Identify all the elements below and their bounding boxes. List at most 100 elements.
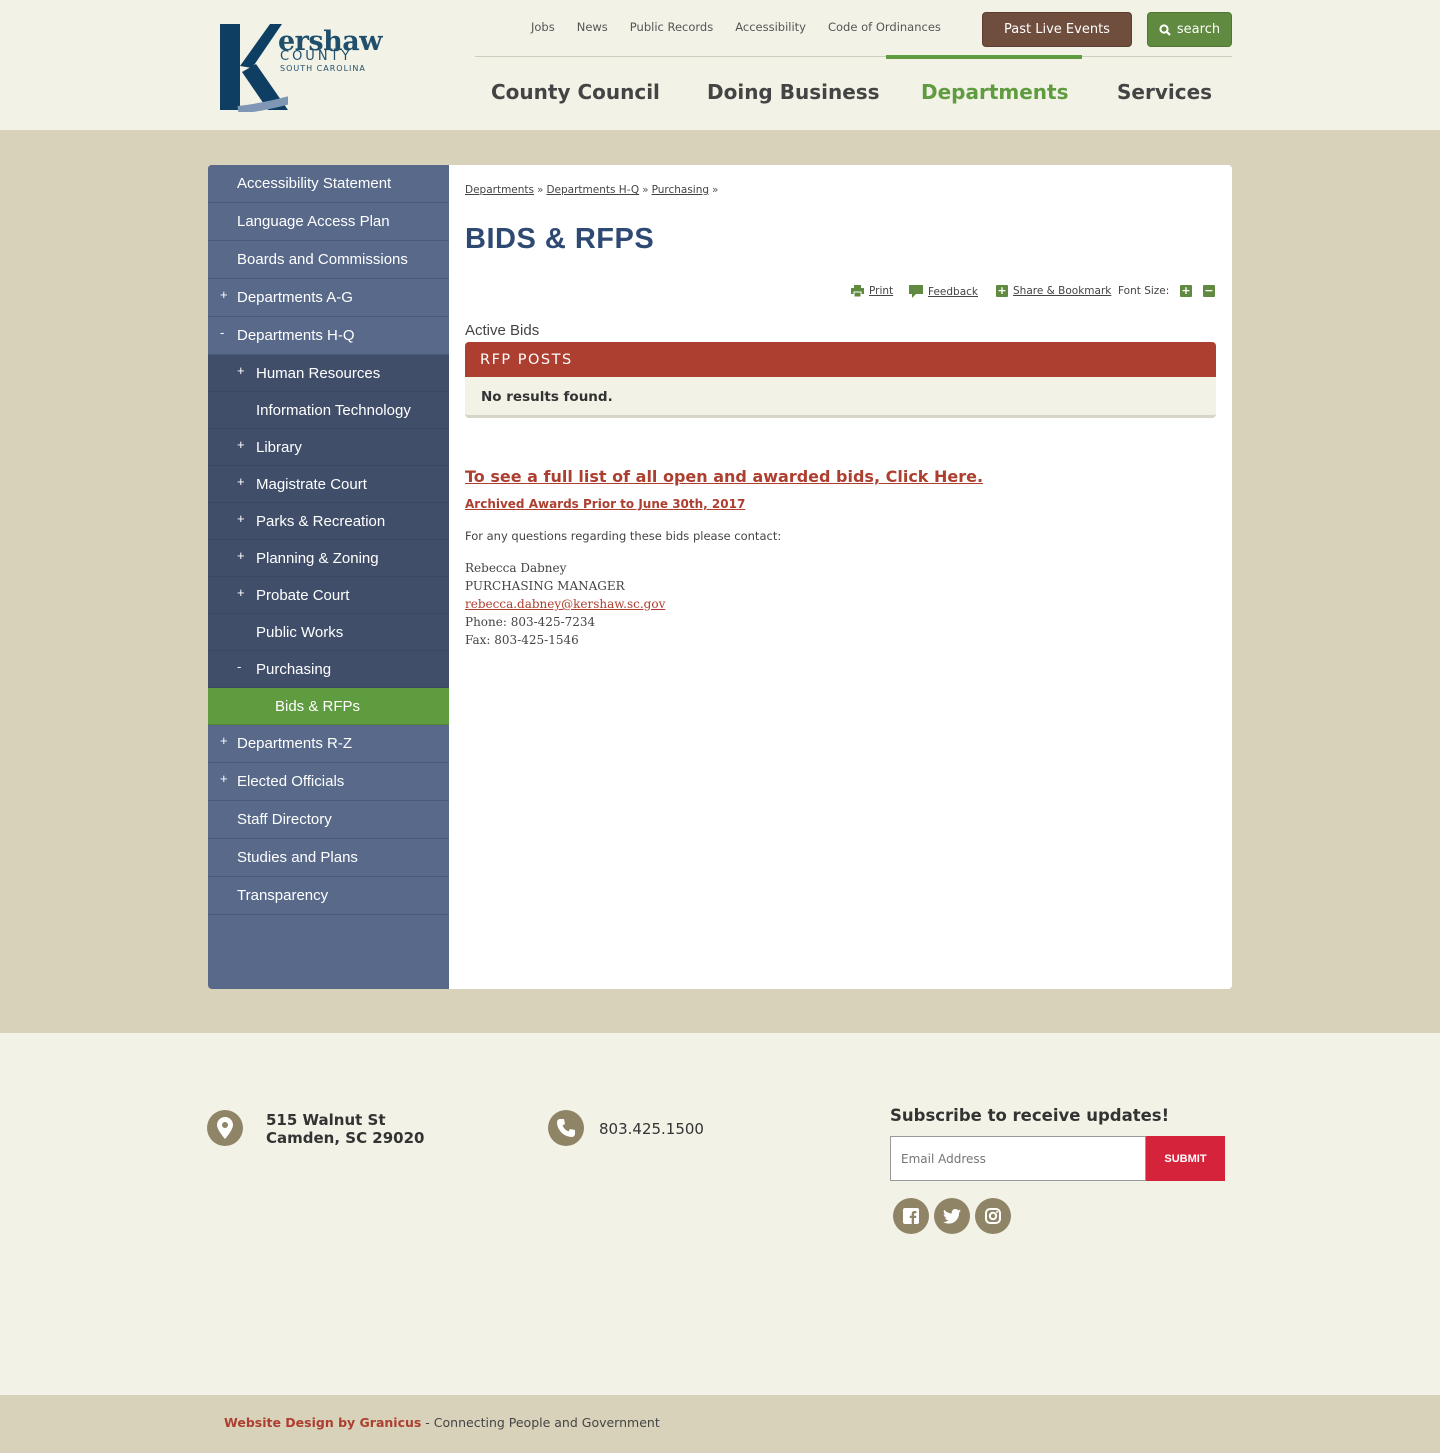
sidebar-item-elected-officials[interactable]: + Elected Officials (208, 763, 449, 801)
utility-link-accessibility[interactable]: Accessibility (735, 20, 806, 34)
twitter-icon[interactable] (934, 1198, 970, 1234)
county-logo[interactable]: ershaw COUNTY SOUTH CAROLINA (218, 22, 382, 114)
breadcrumb-separator: » (642, 184, 649, 196)
sidebar-item-boards-and-commissions[interactable]: Boards and Commissions (208, 241, 449, 279)
sidebar-item-accessibility-statement[interactable]: Accessibility Statement (208, 165, 449, 203)
expand-icon[interactable]: + (237, 474, 245, 489)
sidebar-item-library[interactable]: + Library (208, 429, 449, 466)
site-header: ershaw COUNTY SOUTH CAROLINA Jobs News P… (0, 0, 1440, 130)
breadcrumb-departments-h-q[interactable]: Departments H-Q (546, 184, 639, 196)
sidebar-item-parks-recreation[interactable]: + Parks & Recreation (208, 503, 449, 540)
sidebar-item-studies-and-plans[interactable]: Studies and Plans (208, 839, 449, 877)
sidebar-item-departments-a-g[interactable]: + Departments A-G (208, 279, 449, 317)
sidebar-item-human-resources[interactable]: + Human Resources (208, 355, 449, 392)
expand-icon[interactable]: + (237, 585, 245, 600)
main-content: Departments» Departments H-Q» Purchasing» … (449, 165, 1232, 989)
expand-icon[interactable]: + (237, 363, 245, 378)
page-tools: Print Feedback + Share & Bookmark Font S… (849, 285, 1219, 303)
site-footer: 515 Walnut St Camden, SC 29020 803.425.1… (0, 1033, 1440, 1395)
footer-address: 515 Walnut St Camden, SC 29020 (266, 1111, 425, 1147)
breadcrumb-purchasing[interactable]: Purchasing (652, 184, 709, 196)
sidebar-item-purchasing[interactable]: - Purchasing (208, 651, 449, 688)
font-decrease-button[interactable]: − (1203, 285, 1215, 297)
submit-button[interactable]: SUBMIT (1146, 1136, 1225, 1181)
share-bookmark-label: Share & Bookmark (1013, 285, 1112, 297)
sidebar-item-label: Probate Court (256, 586, 350, 604)
expand-icon[interactable]: + (220, 771, 228, 786)
sidebar-item-label: Elected Officials (237, 773, 345, 790)
site-credit: Website Design by Granicus - Connecting … (224, 1415, 660, 1430)
bottom-credit-bar: Website Design by Granicus - Connecting … (0, 1395, 1440, 1453)
archived-awards-link[interactable]: Archived Awards Prior to June 30th, 2017 (465, 497, 745, 511)
rfp-empty-message: No results found. (481, 389, 613, 405)
feedback-tool[interactable]: Feedback (909, 285, 978, 298)
active-bids-heading: Active Bids (465, 322, 540, 339)
sidebar-item-transparency[interactable]: Transparency (208, 877, 449, 915)
page-title: BIDS & RFPS (465, 223, 655, 255)
phone-icon (548, 1110, 584, 1146)
collapse-icon[interactable]: - (220, 325, 224, 340)
full-bid-list-link[interactable]: To see a full list of all open and award… (465, 467, 983, 486)
sidebar-item-bids-rfps[interactable]: Bids & RFPs (208, 688, 449, 725)
utility-nav: Jobs News Public Records Accessibility C… (520, 20, 952, 34)
contact-title: PURCHASING MANAGER (465, 579, 625, 593)
print-tool[interactable]: Print (851, 285, 893, 297)
nav-active-indicator (886, 55, 1082, 59)
sidebar-item-magistrate-court[interactable]: + Magistrate Court (208, 466, 449, 503)
nav-county-council[interactable]: County Council (491, 80, 660, 104)
nav-doing-business[interactable]: Doing Business (707, 80, 880, 104)
sidebar-item-departments-h-q[interactable]: - Departments H-Q (208, 317, 449, 355)
sidebar-item-public-works[interactable]: Public Works (208, 614, 449, 651)
logo-state: SOUTH CAROLINA (280, 64, 366, 73)
expand-icon[interactable]: + (220, 287, 228, 302)
utility-link-news[interactable]: News (577, 20, 608, 34)
expand-icon[interactable]: + (237, 511, 245, 526)
sidebar-item-departments-r-z[interactable]: + Departments R-Z (208, 725, 449, 763)
feedback-label: Feedback (928, 285, 979, 298)
facebook-icon[interactable] (893, 1198, 929, 1234)
address-line-2: Camden, SC 29020 (266, 1129, 425, 1147)
font-size-text: Font Size: (1118, 285, 1170, 297)
speech-bubble-icon (909, 285, 923, 298)
font-size-label: Font Size: (1118, 285, 1169, 297)
sidebar-item-planning-zoning[interactable]: + Planning & Zoning (208, 540, 449, 577)
expand-icon[interactable]: + (220, 733, 228, 748)
sidebar-item-label: Human Resources (256, 364, 381, 382)
collapse-icon[interactable]: - (237, 659, 241, 674)
sidebar-item-information-technology[interactable]: Information Technology (208, 392, 449, 429)
sidebar-item-label: Public Works (256, 623, 344, 641)
share-bookmark-tool[interactable]: + Share & Bookmark (996, 285, 1111, 297)
nav-departments[interactable]: Departments (921, 80, 1069, 104)
search-button[interactable]: search (1147, 12, 1232, 47)
rfp-posts-panel: RFP POSTS No results found. (465, 342, 1216, 418)
font-increase-button[interactable]: + (1180, 285, 1192, 297)
breadcrumb-departments[interactable]: Departments (465, 184, 534, 196)
sidebar-item-label: Bids & RFPs (275, 697, 361, 715)
expand-icon[interactable]: + (237, 548, 245, 563)
logo-county: COUNTY (280, 49, 353, 64)
instagram-icon[interactable] (975, 1198, 1011, 1234)
sidebar-item-language-access-plan[interactable]: Language Access Plan (208, 203, 449, 241)
sidebar-item-label: Library (256, 438, 302, 456)
printer-icon (851, 285, 864, 297)
address-line-1: 515 Walnut St (266, 1111, 386, 1129)
sidebar-item-label: Boards and Commissions (237, 251, 408, 268)
sidebar-item-probate-court[interactable]: + Probate Court (208, 577, 449, 614)
past-live-events-button[interactable]: Past Live Events (982, 12, 1132, 47)
sidebar-item-label: Magistrate Court (256, 475, 367, 493)
utility-link-jobs[interactable]: Jobs (531, 20, 555, 34)
search-icon (1159, 23, 1171, 36)
utility-link-public-records[interactable]: Public Records (630, 20, 713, 34)
sidebar-item-label: Purchasing (256, 660, 332, 678)
expand-icon[interactable]: + (237, 437, 245, 452)
granicus-credit-link[interactable]: Website Design by Granicus (224, 1415, 421, 1430)
sidebar-item-staff-directory[interactable]: Staff Directory (208, 801, 449, 839)
nav-divider (475, 56, 1232, 57)
print-label: Print (869, 285, 894, 297)
nav-services[interactable]: Services (1117, 80, 1212, 104)
utility-link-code-of-ordinances[interactable]: Code of Ordinances (828, 20, 941, 34)
contact-email-link[interactable]: rebecca.dabney@kershaw.sc.gov (465, 597, 665, 611)
email-input[interactable] (890, 1136, 1146, 1181)
contact-block: Rebecca Dabney PURCHASING MANAGER rebecc… (465, 559, 665, 649)
breadcrumb-separator: » (537, 184, 544, 196)
